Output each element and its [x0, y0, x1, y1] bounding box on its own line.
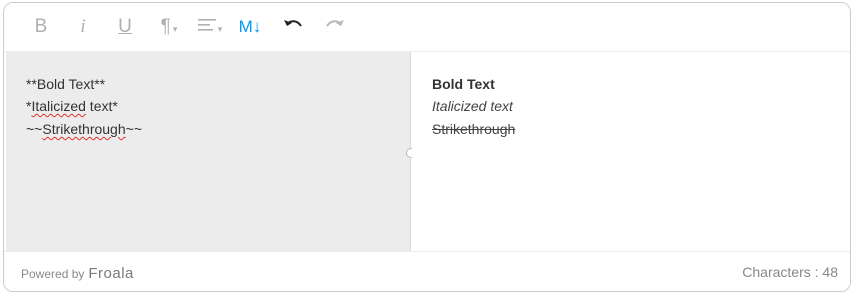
- spellcheck-word: Strikethrough: [42, 121, 126, 137]
- preview-strike: Strikethrough: [432, 121, 516, 137]
- powered-by[interactable]: Powered by Froala: [21, 265, 134, 282]
- align-button[interactable]: ▾: [192, 13, 228, 41]
- chevron-down-icon: ▾: [172, 23, 178, 34]
- markdown-source-pane[interactable]: **Bold Text** *Italicized text* ~~Strike…: [6, 52, 411, 251]
- italic-button[interactable]: i: [72, 13, 94, 41]
- bold-icon: B: [34, 16, 48, 37]
- align-icon: [197, 16, 216, 38]
- split-view: **Bold Text** *Italicized text* ~~Strike…: [6, 52, 844, 251]
- froala-logo: Froala: [88, 265, 134, 282]
- markdown-icon: M↓: [238, 17, 262, 36]
- froala-editor: B i U ¶ ▾ ▾ M↓ **Bold Text** *Italicized…: [3, 2, 851, 292]
- preview-bold: Bold Text: [432, 76, 495, 92]
- chevron-down-icon: ▾: [217, 23, 223, 34]
- powered-by-label: Powered by: [21, 267, 85, 281]
- status-bar: Powered by Froala Characters : 48: [4, 251, 850, 291]
- bold-button[interactable]: B: [30, 13, 52, 41]
- source-line-italic: *Italicized text*: [26, 98, 118, 114]
- redo-icon: [325, 16, 345, 38]
- underline-button[interactable]: U: [114, 13, 136, 41]
- preview-italic: Italicized text: [432, 98, 513, 114]
- markdown-button[interactable]: M↓: [237, 13, 263, 41]
- source-line-bold: **Bold Text**: [26, 76, 106, 92]
- paragraph-format-icon: ¶: [160, 16, 171, 37]
- redo-button[interactable]: [322, 13, 348, 41]
- italic-icon: i: [80, 16, 86, 37]
- spellcheck-word: Italicized: [31, 98, 86, 114]
- toolbar: B i U ¶ ▾ ▾ M↓: [4, 3, 850, 52]
- source-line-strike: ~~Strikethrough~~: [26, 121, 142, 137]
- paragraph-format-button[interactable]: ¶ ▾: [152, 13, 186, 41]
- preview-pane: Bold Text Italicized text Strikethrough: [412, 52, 844, 251]
- undo-button[interactable]: [280, 13, 306, 41]
- underline-icon: U: [118, 16, 132, 37]
- character-count: Characters : 48: [742, 264, 838, 280]
- undo-icon: [283, 16, 303, 38]
